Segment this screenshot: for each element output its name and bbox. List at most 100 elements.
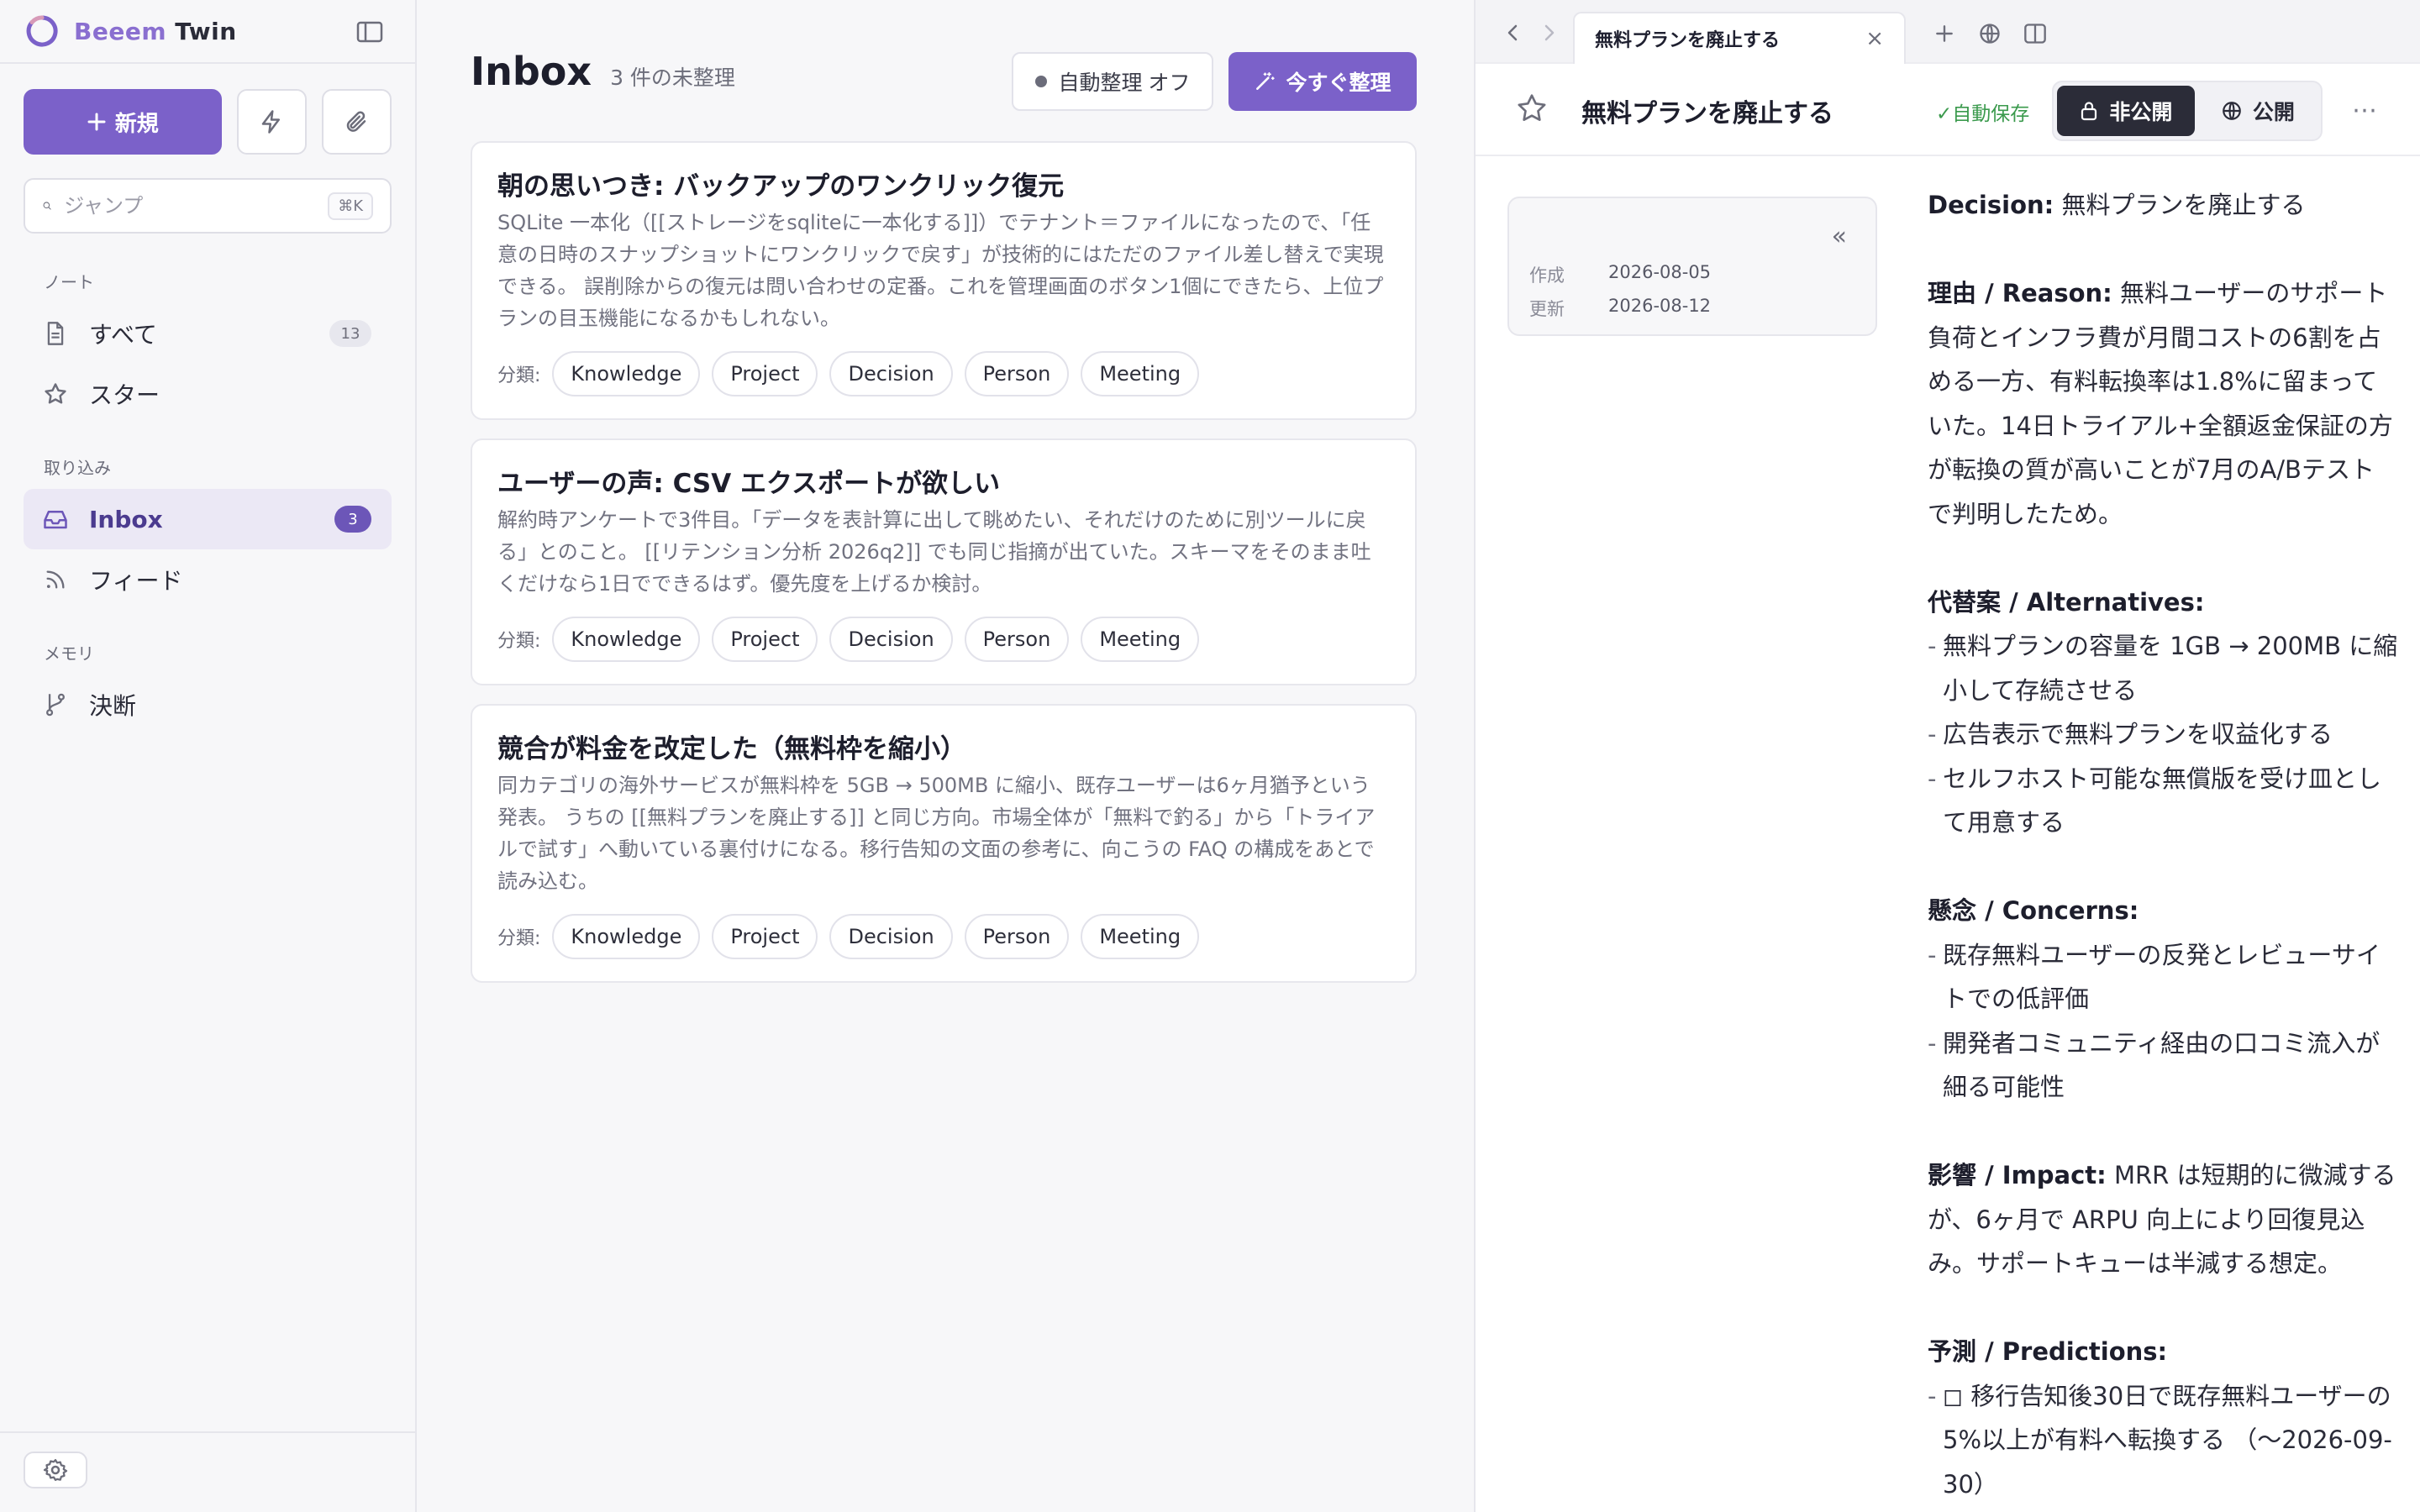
meta-label: 更新 [1529,299,1565,319]
list-item: 開発者コミュニティ経由の口コミ流入が細る可能性 [1928,1021,2398,1110]
inbox-card[interactable]: 競合が料金を改定した（無料枠を縮小） 同カテゴリの海外サービスが無料枠を 5GB… [471,704,1417,983]
plus-icon [87,113,106,131]
new-note-button[interactable]: 新規 [24,89,222,155]
attach-button[interactable] [321,89,392,155]
split-view-icon[interactable] [2022,20,2049,47]
note-body[interactable]: Decision: 無料プランを廃止する 理由 / Reason: 無料ユーザー… [1928,183,2398,1512]
meta-value: 2026-08-05 [1608,262,1712,282]
sidebar: Beeem Twin 新規 ⌘K ノート [0,0,417,1512]
public-label: 公開 [2252,100,2295,124]
search-shortcut: ⌘K [328,192,373,220]
list-item: 広告表示で無料プランを収益化する [1928,712,2398,757]
inbox-icon [42,506,69,533]
settings-button[interactable] [24,1452,87,1488]
logo-icon [26,15,58,47]
tag-project[interactable]: Project [712,617,818,662]
visibility-toggle: 非公開 公開 [2052,81,2323,141]
branch-icon [42,691,69,718]
list-item: 無料プランの容量を 1GB → 200MB に縮小して存続させる [1928,624,2398,712]
inbox-card[interactable]: 朝の思いつき: バックアップのワンクリック復元 SQLite 一本化（[[ストレ… [471,141,1417,420]
card-tags: 分類: Knowledge Project Decision Person Me… [497,914,1390,959]
card-tags: 分類: Knowledge Project Decision Person Me… [497,617,1390,662]
jump-search[interactable]: ⌘K [24,178,392,234]
new-note-label: 新規 [114,110,159,136]
organize-now-label: 今すぐ整理 [1286,71,1392,95]
collapse-icon[interactable]: « [1832,222,1847,251]
sidebar-item-feed[interactable]: フィード [24,549,392,610]
count-badge: 3 [334,506,371,533]
tag-meeting[interactable]: Meeting [1081,351,1200,396]
lock-icon [2081,102,2097,121]
meta-label: 作成 [1529,265,1565,286]
star-icon [42,381,69,407]
tag-person[interactable]: Person [964,914,1070,959]
private-option[interactable]: 非公開 [2057,86,2195,136]
document-icon [42,320,69,347]
meta-value: 2026-08-12 [1608,296,1712,316]
note-title[interactable]: 無料プランを廃止する [1581,92,1833,129]
sidebar-item-label: スター [89,381,160,409]
sidebar-actions: 新規 [0,64,415,155]
public-option[interactable]: 公開 [2198,86,2317,136]
tag-decision[interactable]: Decision [829,351,953,396]
organize-now-button[interactable]: 今すぐ整理 [1228,52,1417,111]
bolt-icon [261,110,281,134]
tag-knowledge[interactable]: Knowledge [552,617,701,662]
card-body: 解約時アンケートで3件目。「データを表計算に出して眺めたい、それだけのために別ツ… [497,508,1371,596]
sidebar-toggle-icon[interactable] [355,17,385,47]
sidebar-item-starred[interactable]: スター [24,364,392,424]
page-title: Inbox [471,49,592,94]
jump-search-input[interactable] [64,194,317,218]
tag-project[interactable]: Project [712,351,818,396]
tag-meeting[interactable]: Meeting [1081,914,1200,959]
globe-icon[interactable] [1976,20,2003,47]
tag-knowledge[interactable]: Knowledge [552,351,701,396]
card-title: ユーザーの声: CSV エクスポートが欲しい [497,469,1001,499]
more-icon[interactable]: ⋯ [2346,91,2385,129]
private-label: 非公開 [2109,100,2173,124]
card-title: 競合が料金を改定した（無料枠を縮小） [497,734,966,764]
chevron-left-icon[interactable] [1501,20,1526,45]
section-text: 無料ユーザーのサポート負荷とインフラ費が月間コストの6割を占める一方、有料転換率… [1928,279,2393,528]
tag-project[interactable]: Project [712,914,818,959]
plus-icon[interactable] [1931,20,1958,47]
count-badge: 13 [329,320,371,347]
card-title: 朝の思いつき: バックアップのワンクリック復元 [497,171,1065,202]
inbox-card[interactable]: ユーザーの声: CSV エクスポートが欲しい 解約時アンケートで3件目。「データ… [471,438,1417,685]
chevron-right-icon[interactable] [1536,20,1561,45]
auto-organize-toggle[interactable]: 自動整理 オフ [1012,52,1213,111]
tag-decision[interactable]: Decision [829,914,953,959]
search-icon [43,202,51,210]
sidebar-item-decisions[interactable]: 決断 [24,675,392,735]
list-item: セルフホスト可能な無償版を受け皿として用意する [1928,757,2398,845]
tag-knowledge[interactable]: Knowledge [552,914,701,959]
list-item: 既存無料ユーザーの反発とレビューサイトでの低評価 [1928,933,2398,1021]
sidebar-item-label: 決断 [89,692,137,720]
sidebar-item-inbox[interactable]: Inbox 3 [24,489,392,549]
tags-label: 分類: [497,928,541,949]
tag-person[interactable]: Person [964,351,1070,396]
tag-meeting[interactable]: Meeting [1081,617,1200,662]
note-meta: « 作成 2026-08-05 更新 2026-08-12 [1507,197,1877,336]
app: Beeem Twin 新規 ⌘K ノート [0,0,2420,1512]
tags-label: 分類: [497,365,541,386]
list-item[interactable]: ◻ 移行告知後30日で既存無料ユーザーの5%以上が有料へ転換する （〜2026-… [1928,1374,2398,1507]
tab-note[interactable]: 無料プランを廃止する × [1573,12,1906,64]
close-icon[interactable]: × [1865,26,1884,51]
card-body: SQLite 一本化（[[ストレージをsqliteに一本化する]]）でテナント＝… [497,211,1384,330]
inbox-pane: Inbox 3 件の未整理 自動整理 オフ 今すぐ整理 朝の思いつき: バックア… [417,0,1474,1512]
tag-person[interactable]: Person [964,617,1070,662]
section-label-capture: 取り込み [44,458,111,478]
sidebar-item-label: フィード [89,567,183,595]
tab-title: 無料プランを廃止する [1595,30,1781,51]
brand: Beeem Twin [0,0,415,64]
star-icon[interactable] [1512,89,1551,128]
tag-decision[interactable]: Decision [829,617,953,662]
gear-icon [43,1459,68,1481]
auto-organize-label: 自動整理 オフ [1058,71,1191,95]
tags-label: 分類: [497,631,541,652]
meta-created: 作成 2026-08-05 [1529,262,1711,287]
quick-capture-button[interactable] [236,89,307,155]
reason-section: 理由 / Reason: 無料ユーザーのサポート負荷とインフラ費が月間コストの6… [1928,271,2398,536]
sidebar-item-all[interactable]: すべて 13 [24,303,392,364]
